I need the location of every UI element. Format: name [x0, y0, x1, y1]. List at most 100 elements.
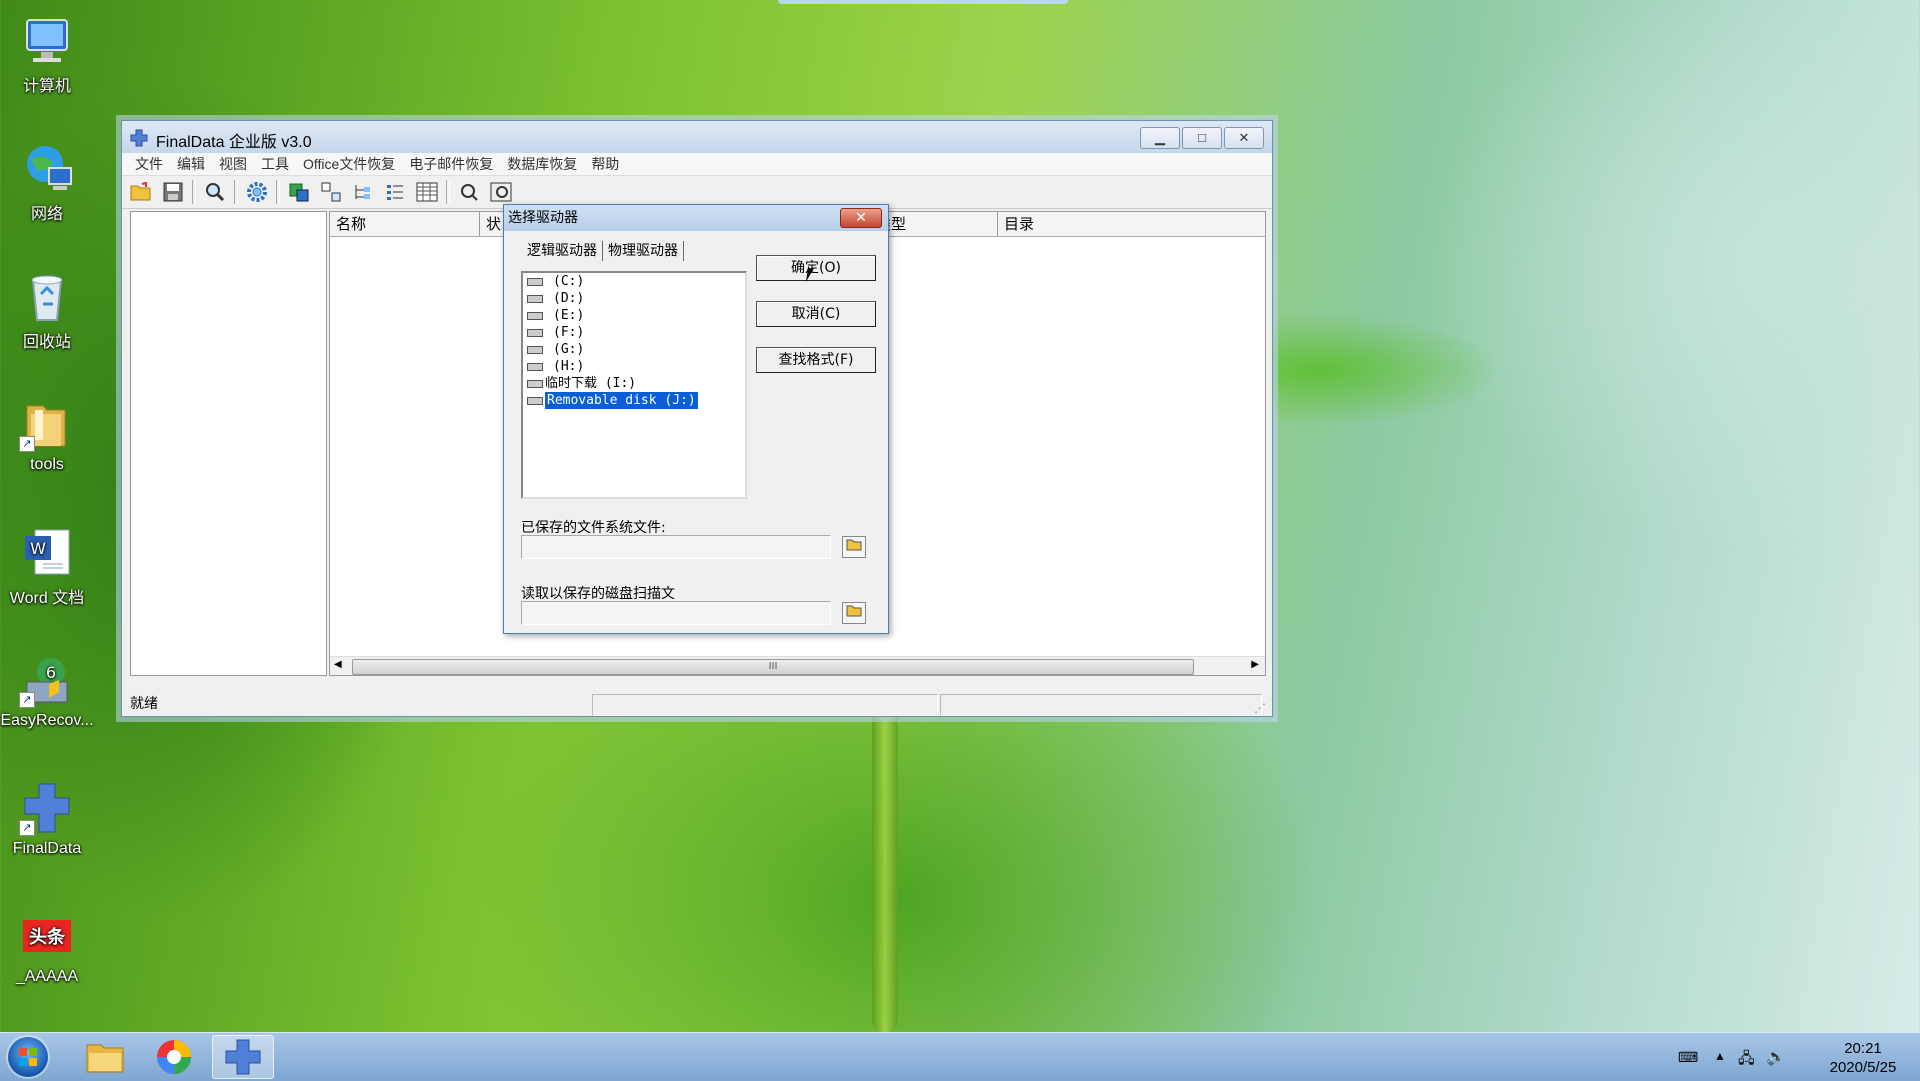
maximize-button[interactable]: □ [1182, 127, 1222, 149]
drive-label: Removable disk (J:) [545, 392, 698, 409]
recover-icon[interactable] [286, 179, 312, 205]
open-folder-icon[interactable] [128, 179, 154, 205]
browse-folder-icon[interactable] [842, 536, 866, 558]
desktop-icon-word[interactable]: W Word 文档 [0, 524, 94, 608]
column-directory[interactable]: 目录 [998, 212, 1263, 236]
desktop-icon-recycle-bin[interactable]: 回收站 [0, 268, 94, 352]
drive-list[interactable]: (C:) (D:) (E:) (F:) (G:) (H:) 临时下载 (I:) … [521, 271, 747, 499]
shortcut-arrow-icon: ↗ [19, 436, 35, 452]
volume-icon[interactable]: 🔈 [1766, 1047, 1786, 1067]
drive-icon [527, 379, 543, 388]
horizontal-scrollbar[interactable]: ◀ III ▶ [330, 656, 1265, 675]
menu-office-recovery[interactable]: Office文件恢复 [296, 154, 402, 174]
taskbar-explorer[interactable] [74, 1035, 136, 1079]
desktop-icon-tools[interactable]: ↗ tools [0, 396, 94, 474]
network-tray-icon[interactable]: 🖧 [1738, 1048, 1755, 1073]
settings-gear-icon[interactable] [244, 179, 270, 205]
svg-text:6: 6 [46, 663, 56, 682]
scroll-thumb[interactable]: III [352, 659, 1194, 675]
drive-item[interactable]: (H:) [523, 358, 745, 375]
save-icon[interactable] [160, 179, 186, 205]
keyboard-icon[interactable]: ⌨ [1678, 1049, 1698, 1066]
word-doc-icon: W [19, 524, 75, 580]
taskbar-finaldata[interactable] [212, 1035, 274, 1079]
zoom-find-icon[interactable] [456, 179, 482, 205]
svg-text:W: W [30, 539, 46, 558]
drive-icon [527, 328, 543, 337]
menu-email-recovery[interactable]: 电子邮件恢复 [402, 154, 500, 174]
menu-view[interactable]: 视图 [212, 154, 254, 174]
desktop-icon-computer[interactable]: 计算机 [0, 12, 94, 96]
select-drive-dialog: 选择驱动器 ✕ 逻辑驱动器 物理驱动器 (C:) (D:) (E:) (F:) … [503, 204, 889, 634]
saved-fs-field[interactable] [521, 535, 831, 559]
drive-item[interactable]: (D:) [523, 290, 745, 307]
drive-item-selected[interactable]: Removable disk (J:) [523, 392, 745, 409]
read-scan-field[interactable] [521, 601, 831, 625]
network-icon [19, 140, 75, 196]
drive-label: 临时下载 (I:) [545, 376, 637, 391]
menu-edit[interactable]: 编辑 [170, 154, 212, 174]
desktop-icon-finaldata[interactable]: ↗ FinalData [0, 780, 94, 858]
preview-icon[interactable] [488, 179, 514, 205]
scroll-right-icon[interactable]: ▶ [1251, 659, 1259, 670]
menu-tools[interactable]: 工具 [254, 154, 296, 174]
taskbar-browser[interactable] [143, 1035, 205, 1079]
drive-item[interactable]: (F:) [523, 324, 745, 341]
menu-file[interactable]: 文件 [128, 154, 170, 174]
show-hidden-icons-icon[interactable]: ▲ [1714, 1049, 1726, 1063]
removable-drive-icon [527, 396, 543, 405]
tab-physical-drives[interactable]: 物理驱动器 [603, 241, 684, 261]
list-view-icon[interactable] [382, 179, 408, 205]
column-type[interactable]: 类型 [870, 212, 998, 236]
clock[interactable]: 20:21 2020/5/25 [1818, 1039, 1908, 1077]
desktop-icon-easyrecovery[interactable]: 6 ↗ EasyRecov... [0, 652, 94, 730]
shortcut-arrow-icon: ↗ [19, 820, 35, 836]
drive-item[interactable]: 临时下载 (I:) [523, 375, 745, 392]
status-bar: 就绪 ⋰ [122, 692, 1272, 716]
drive-item[interactable]: (C:) [523, 273, 745, 290]
desktop-icon-network[interactable]: 网络 [0, 140, 94, 224]
mouse-cursor-icon [805, 268, 821, 282]
desktop-icon-label: tools [30, 456, 64, 473]
tree-icon[interactable] [350, 179, 376, 205]
desktop-icon-label: 回收站 [22, 334, 71, 351]
drive-label: (C:) [553, 274, 585, 289]
finaldata-icon: ↗ [19, 780, 75, 836]
search-icon[interactable] [202, 179, 228, 205]
clock-time: 20:21 [1844, 1040, 1882, 1057]
menu-bar: 文件 编辑 视图 工具 Office文件恢复 电子邮件恢复 数据库恢复 帮助 [122, 153, 1272, 176]
drive-icon [527, 277, 543, 286]
shortcut-arrow-icon: ↗ [19, 692, 35, 708]
menu-database-recovery[interactable]: 数据库恢复 [500, 154, 584, 174]
toolbar-separator [446, 180, 450, 204]
dialog-titlebar[interactable]: 选择驱动器 ✕ [504, 205, 888, 231]
resize-grip-icon[interactable]: ⋰ [1254, 696, 1266, 720]
drive-item[interactable]: (E:) [523, 307, 745, 324]
drive-item[interactable]: (G:) [523, 341, 745, 358]
window-titlebar[interactable]: FinalData 企业版 v3.0 ▁ □ ✕ [122, 121, 1272, 153]
finaldata-app-icon [130, 129, 148, 147]
find-format-button[interactable]: 查找格式(F) [756, 347, 876, 373]
dialog-close-button[interactable]: ✕ [840, 208, 882, 228]
column-name[interactable]: 名称 [330, 212, 480, 236]
tab-logical-drives[interactable]: 逻辑驱动器 [522, 241, 603, 261]
desktop-icon-label: 计算机 [22, 78, 71, 95]
close-button[interactable]: ✕ [1224, 127, 1264, 149]
minimize-button[interactable]: ▁ [1140, 127, 1180, 149]
status-cell [940, 694, 1262, 716]
directory-tree-pane[interactable] [130, 211, 327, 676]
browse-folder-icon[interactable] [842, 602, 866, 624]
windows-logo-icon [19, 1048, 37, 1066]
desktop-icon-label: _AAAAA [15, 968, 79, 985]
copy-file-icon[interactable] [318, 179, 344, 205]
scroll-left-icon[interactable]: ◀ [334, 659, 342, 670]
cancel-button[interactable]: 取消(C) [756, 301, 876, 327]
details-view-icon[interactable] [414, 179, 440, 205]
start-button[interactable] [8, 1037, 48, 1077]
menu-help[interactable]: 帮助 [584, 154, 626, 174]
folder-icon: ↗ [19, 396, 75, 452]
desktop-icon-aaaaa[interactable]: 头条 _AAAAA [0, 908, 94, 986]
drive-icon [527, 311, 543, 320]
drive-label: (G:) [553, 342, 585, 357]
folder-icon [86, 1044, 124, 1073]
